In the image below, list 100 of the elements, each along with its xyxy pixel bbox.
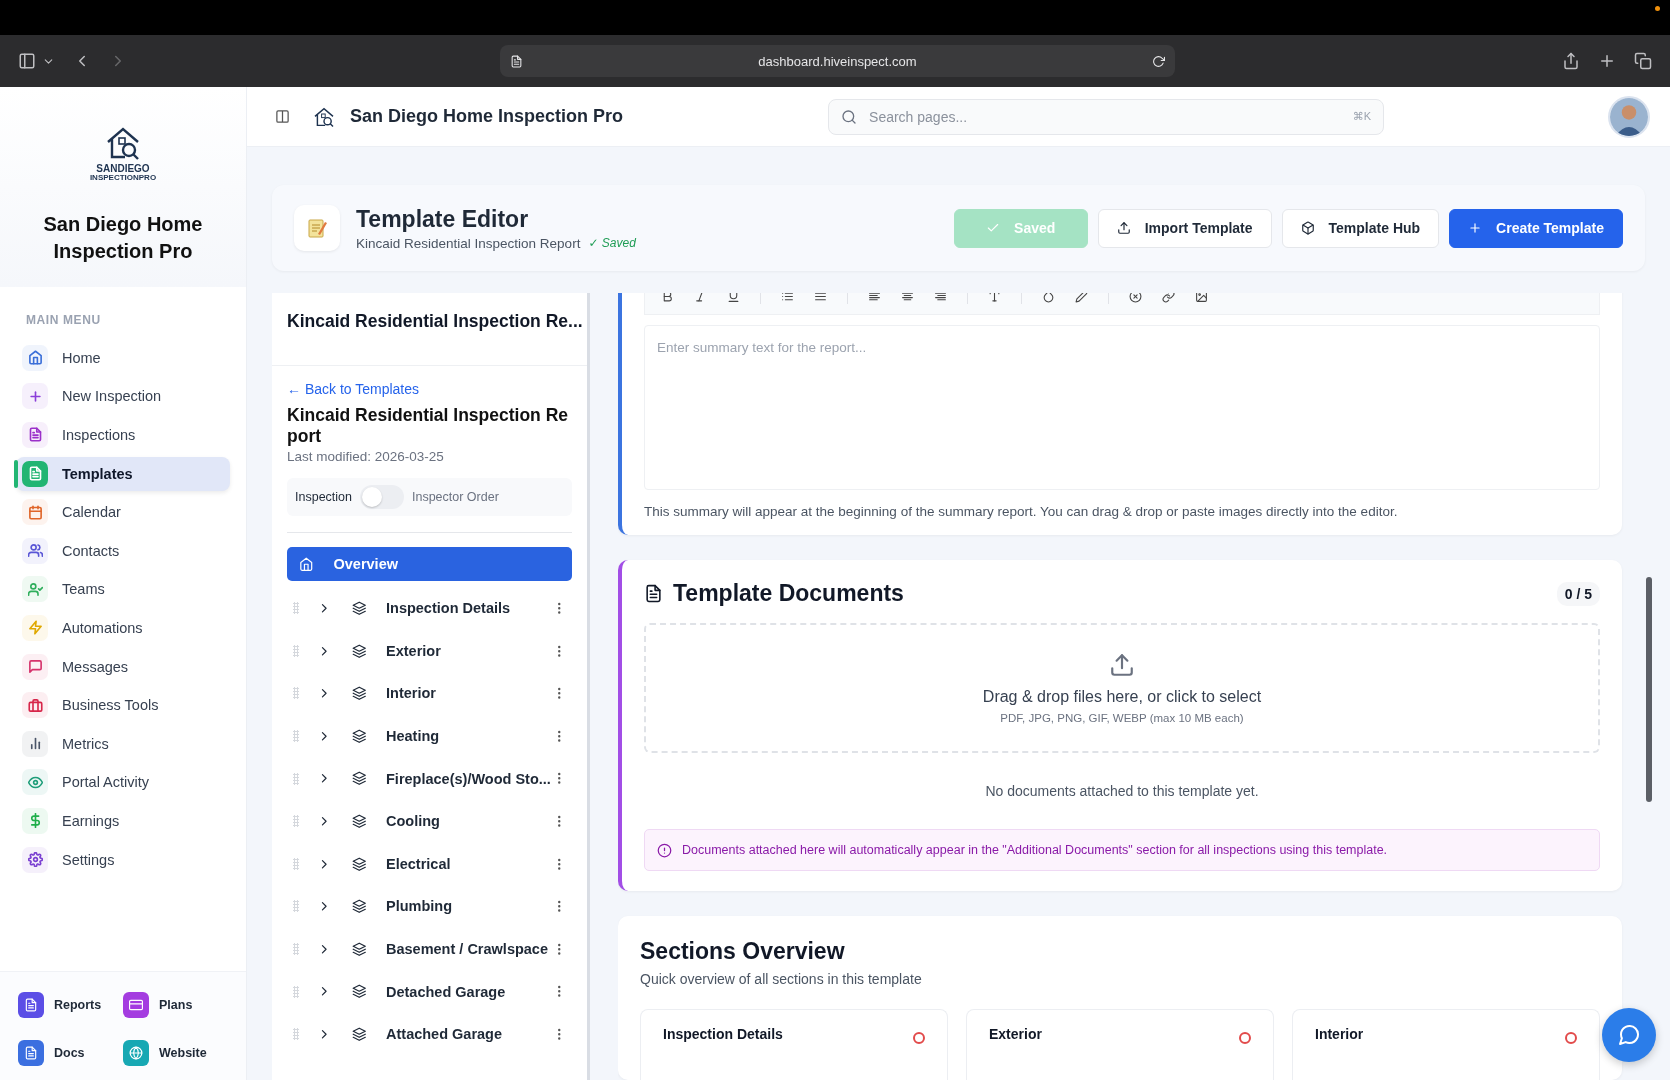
text-size-icon[interactable] — [988, 293, 1001, 303]
card-title: Inspection Details — [663, 1026, 783, 1042]
section-card[interactable]: Interior — [1292, 1009, 1600, 1080]
highlight-icon[interactable] — [1075, 293, 1088, 303]
modified-date: Last modified: 2026-03-25 — [287, 449, 445, 464]
create-button[interactable]: Create Template — [1449, 208, 1623, 248]
quick-link[interactable]: Website — [159, 1046, 207, 1060]
drag-handle-icon[interactable] — [293, 772, 299, 785]
notice-text: Documents attached here will automatically appear in the "Additional Documents" section for all inspections using this template. — [682, 843, 1388, 857]
scrollbar[interactable] — [1646, 577, 1652, 802]
tabs-icon[interactable] — [1634, 52, 1652, 70]
card-title: Exterior — [989, 1026, 1042, 1042]
status-icon — [1565, 1032, 1577, 1044]
template-title: Kincaid Residential Inspection Report — [287, 405, 570, 447]
quick-link[interactable]: Reports — [54, 998, 102, 1012]
chat-button[interactable] — [1602, 1008, 1656, 1062]
link-icon[interactable] — [1162, 293, 1175, 303]
drag-handle-icon[interactable] — [293, 644, 299, 657]
align-center-icon[interactable] — [901, 293, 914, 303]
menu-item[interactable]: Home — [16, 340, 230, 375]
sidebar-toggle-icon[interactable] — [275, 109, 290, 124]
menu-item[interactable]: New Inspection — [16, 379, 230, 414]
globe-icon[interactable] — [123, 1040, 149, 1066]
summary-editor[interactable]: Enter summary text for the report... — [644, 325, 1600, 490]
menu-item[interactable]: Automations — [16, 610, 230, 645]
drag-handle-icon[interactable] — [293, 815, 299, 828]
avatar[interactable] — [1608, 95, 1650, 138]
section-card[interactable]: Exterior — [966, 1009, 1274, 1080]
search-input[interactable]: Search pages... — [867, 107, 1343, 126]
file-drop-zone[interactable]: Drag & drop files here, or click to select PDF, JPG, PNG, GIF, WEBP (max 10 MB each) — [644, 623, 1600, 753]
section-item[interactable]: Plumbing — [386, 898, 552, 915]
drag-handle-icon[interactable] — [293, 602, 299, 615]
menu-item[interactable]: Earnings — [16, 803, 230, 838]
menu-item[interactable]: Templates — [16, 456, 230, 491]
section-item[interactable]: Electrical — [386, 855, 552, 872]
drag-handle-icon[interactable] — [293, 985, 299, 998]
menu-item[interactable]: Teams — [16, 572, 230, 607]
section-item[interactable]: Cooling — [386, 813, 552, 830]
check-icon — [986, 221, 1001, 235]
image-icon[interactable] — [1195, 293, 1208, 303]
sidebar-toggle-icon[interactable] — [18, 52, 36, 70]
menu-item[interactable]: Portal Activity — [16, 765, 230, 800]
document-icon — [644, 584, 663, 603]
section-item[interactable]: Interior — [386, 685, 552, 702]
document-icon[interactable] — [18, 992, 44, 1018]
action-button[interactable]: Import Template — [1097, 208, 1272, 248]
section-item[interactable]: Fireplace(s)/Wood Sto... — [386, 770, 552, 787]
drag-handle-icon[interactable] — [293, 857, 299, 870]
section-item[interactable]: Heating — [386, 728, 552, 745]
menu-item[interactable]: Metrics — [16, 726, 230, 761]
quick-link[interactable]: Plans — [159, 998, 193, 1012]
card-icon[interactable] — [123, 992, 149, 1018]
bold-icon[interactable] — [661, 293, 674, 303]
drag-handle-icon[interactable] — [293, 730, 299, 743]
overview-item[interactable]: Overview — [287, 547, 572, 581]
app-title: San Diego Home Inspection Pro — [350, 106, 624, 127]
menu-item[interactable]: Contacts — [16, 533, 230, 568]
reload-icon[interactable] — [1152, 54, 1165, 68]
share-icon[interactable] — [1562, 52, 1580, 70]
section-title: Sections Overview — [640, 938, 846, 965]
drag-handle-icon[interactable] — [293, 687, 299, 700]
layers-icon — [351, 686, 366, 701]
menu-label: New Inspection — [62, 388, 162, 405]
menu-label: Settings — [62, 851, 115, 868]
order-switch[interactable] — [360, 485, 404, 509]
address-bar[interactable]: dashboard.hiveinspect.com — [500, 45, 1175, 77]
menu-item[interactable]: Inspections — [16, 418, 230, 452]
document-icon[interactable] — [18, 1040, 44, 1066]
drag-handle-icon[interactable] — [293, 900, 299, 913]
action-button[interactable]: Template Hub — [1281, 208, 1440, 248]
menu-item[interactable]: Calendar — [16, 495, 230, 530]
upload-icon — [1109, 652, 1135, 678]
menu-item[interactable]: Business Tools — [16, 688, 230, 723]
bullet-list-icon[interactable] — [781, 293, 794, 303]
new-tab-icon[interactable] — [1598, 52, 1616, 70]
section-item[interactable]: Exterior — [386, 642, 552, 659]
drag-handle-icon[interactable] — [293, 1028, 299, 1041]
section-item[interactable]: Attached Garage — [386, 1026, 552, 1043]
menu-label: Home — [62, 349, 101, 366]
chat-icon — [1617, 1023, 1641, 1047]
status-icon — [913, 1032, 925, 1044]
underline-icon[interactable] — [727, 293, 740, 303]
menu-label: Templates — [62, 465, 133, 482]
section-item[interactable]: Detached Garage — [386, 983, 552, 1000]
drop-title: Drag & drop files here, or click to select — [982, 688, 1262, 706]
box-icon — [1300, 221, 1315, 235]
quick-link[interactable]: Docs — [54, 1046, 85, 1060]
section-item[interactable]: Inspection Details — [386, 600, 552, 617]
drag-handle-icon[interactable] — [293, 943, 299, 956]
back-link[interactable]: ← Back to Templates — [287, 381, 572, 397]
card-title: Interior — [1315, 1026, 1364, 1042]
align-right-icon[interactable] — [934, 293, 947, 303]
align-left-icon[interactable] — [868, 293, 881, 303]
logo-text: SANDIEGO — [96, 163, 150, 174]
section-item[interactable]: Basement / Crawlspace — [386, 941, 552, 958]
menu-item[interactable]: Settings — [16, 842, 230, 877]
menu-item[interactable]: Messages — [16, 649, 230, 684]
layers-icon — [351, 941, 366, 957]
section-card[interactable]: Inspection Details — [640, 1009, 948, 1080]
saved-status: ✓ Saved — [588, 236, 636, 250]
